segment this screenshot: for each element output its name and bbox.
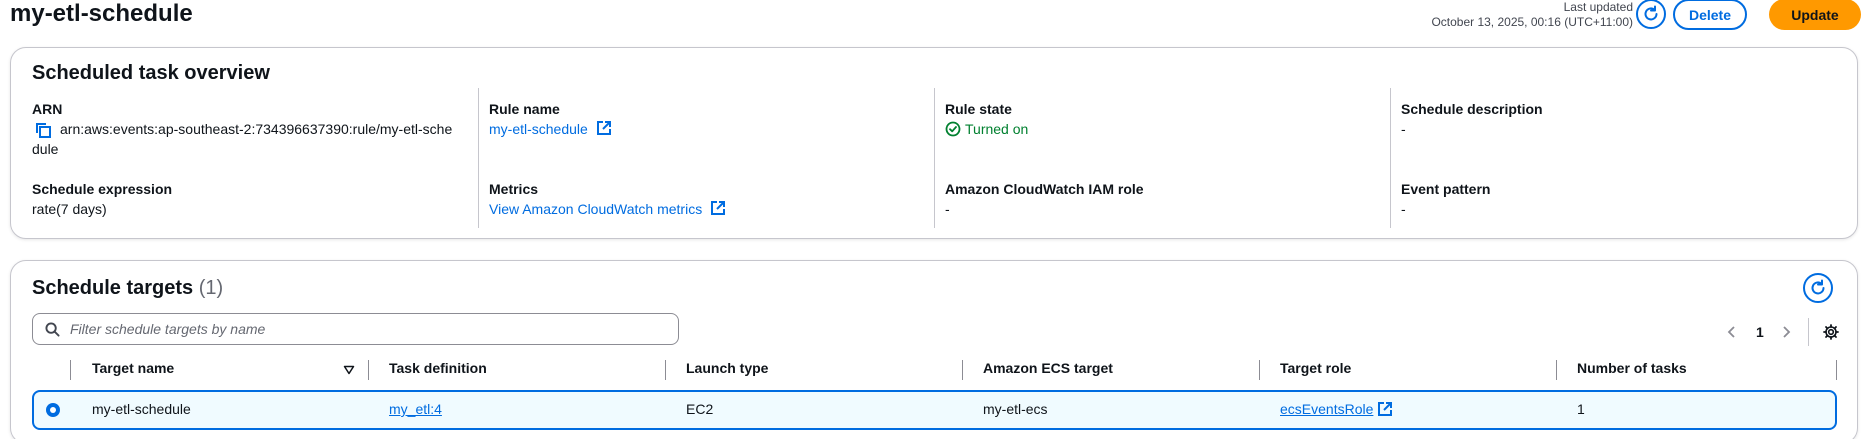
targets-title: Schedule targets (1) (32, 277, 223, 300)
schedule-description-value: - (1401, 121, 1406, 137)
rule-name-link[interactable]: my-etl-schedule (489, 121, 588, 137)
page-number[interactable]: 1 (1756, 324, 1764, 340)
schedule-expression-field: Schedule expression rate(7 days) (32, 179, 172, 219)
target-role-link[interactable]: ecsEventsRole (1280, 401, 1373, 417)
cell-number-of-tasks: 1 (1577, 401, 1585, 417)
metrics-label: Metrics (489, 181, 539, 197)
schedule-expression-value: rate(7 days) (32, 201, 107, 217)
column-divider (70, 360, 71, 380)
rule-state-field: Rule state Turned on (945, 99, 1028, 139)
sort-icon[interactable] (343, 365, 355, 375)
external-link-icon (711, 201, 726, 215)
cell-launch-type: EC2 (686, 401, 714, 417)
refresh-icon (1644, 5, 1658, 21)
filter-input[interactable] (70, 321, 630, 337)
overview-title: Scheduled task overview (32, 62, 270, 84)
column-divider (962, 360, 963, 380)
cell-target-role: ecsEventsRole (1280, 401, 1393, 417)
prev-page-button[interactable] (1722, 325, 1742, 339)
table-settings-button[interactable] (1822, 324, 1839, 340)
last-updated-label: Last updated (1563, 0, 1633, 14)
refresh-icon (1811, 279, 1825, 295)
column-divider (368, 360, 369, 380)
settings-icon (1822, 324, 1839, 340)
chevron-left-icon (1727, 326, 1735, 338)
arn-label: ARN (32, 101, 63, 117)
column-divider (1556, 360, 1557, 380)
iam-role-field: Amazon CloudWatch IAM role - (945, 179, 1144, 219)
copy-icon (36, 123, 51, 138)
page-title: my-etl-schedule (10, 0, 193, 27)
pagination: 1 (1722, 318, 1839, 346)
column-header-task-definition[interactable]: Task definition (389, 360, 487, 376)
column-header-ecs-target[interactable]: Amazon ECS target (983, 360, 1113, 376)
pager-divider (1807, 318, 1809, 346)
arn-value-line2: dule (32, 141, 59, 157)
column-header-number-of-tasks[interactable]: Number of tasks (1577, 360, 1687, 376)
cloudwatch-metrics-link[interactable]: View Amazon CloudWatch metrics (489, 201, 702, 217)
next-page-button[interactable] (1776, 325, 1796, 339)
column-header-target-name[interactable]: Target name (92, 360, 174, 376)
status-success-icon (945, 121, 961, 137)
column-divider (665, 360, 666, 380)
iam-role-label: Amazon CloudWatch IAM role (945, 181, 1144, 197)
chevron-right-icon (1783, 326, 1791, 338)
delete-button[interactable]: Delete (1673, 0, 1747, 30)
last-updated: Last updated October 13, 2025, 00:16 (UT… (1431, 0, 1633, 30)
targets-title-text: Schedule targets (32, 277, 194, 299)
targets-filter[interactable] (32, 313, 679, 345)
column-divider (478, 88, 479, 228)
rule-state-value: Turned on (965, 121, 1029, 137)
event-pattern-field: Event pattern - (1401, 179, 1490, 219)
search-icon (45, 321, 60, 337)
targets-refresh-button[interactable] (1803, 273, 1833, 303)
table-row[interactable] (32, 390, 1837, 430)
external-link-icon (1378, 402, 1393, 416)
schedule-description-field: Schedule description - (1401, 99, 1543, 139)
schedule-expression-label: Schedule expression (32, 181, 173, 197)
event-pattern-label: Event pattern (1401, 181, 1491, 197)
rule-name-label: Rule name (489, 101, 560, 117)
arn-field: ARN arn:aws:events:ap-southeast-2:734396… (32, 99, 472, 159)
cell-ecs-target: my-etl-ecs (983, 401, 1048, 417)
metrics-field: Metrics View Amazon CloudWatch metrics (489, 179, 726, 219)
arn-value-line1: arn:aws:events:ap-southeast-2:7343966373… (60, 121, 453, 137)
event-pattern-value: - (1401, 201, 1406, 217)
rule-state-label: Rule state (945, 101, 1012, 117)
column-header-launch-type[interactable]: Launch type (686, 360, 768, 376)
copy-arn-button[interactable] (34, 121, 52, 144)
cell-task-definition-link[interactable]: my_etl:4 (389, 401, 442, 417)
iam-role-value: - (945, 201, 950, 217)
column-divider (934, 88, 935, 228)
radio-selected-icon[interactable] (45, 402, 61, 418)
rule-name-field: Rule name my-etl-schedule (489, 99, 612, 139)
schedule-description-label: Schedule description (1401, 101, 1543, 117)
update-button[interactable]: Update (1769, 0, 1861, 30)
last-updated-value: October 13, 2025, 00:16 (UTC+11:00) (1431, 15, 1633, 29)
column-header-target-role[interactable]: Target role (1280, 360, 1351, 376)
targets-count: (1) (198, 277, 224, 299)
external-link-icon (596, 121, 611, 135)
column-divider (1390, 88, 1391, 228)
cell-target-name: my-etl-schedule (92, 401, 191, 417)
refresh-button[interactable] (1636, 0, 1666, 29)
column-divider (1259, 360, 1260, 380)
column-divider (1836, 360, 1837, 380)
